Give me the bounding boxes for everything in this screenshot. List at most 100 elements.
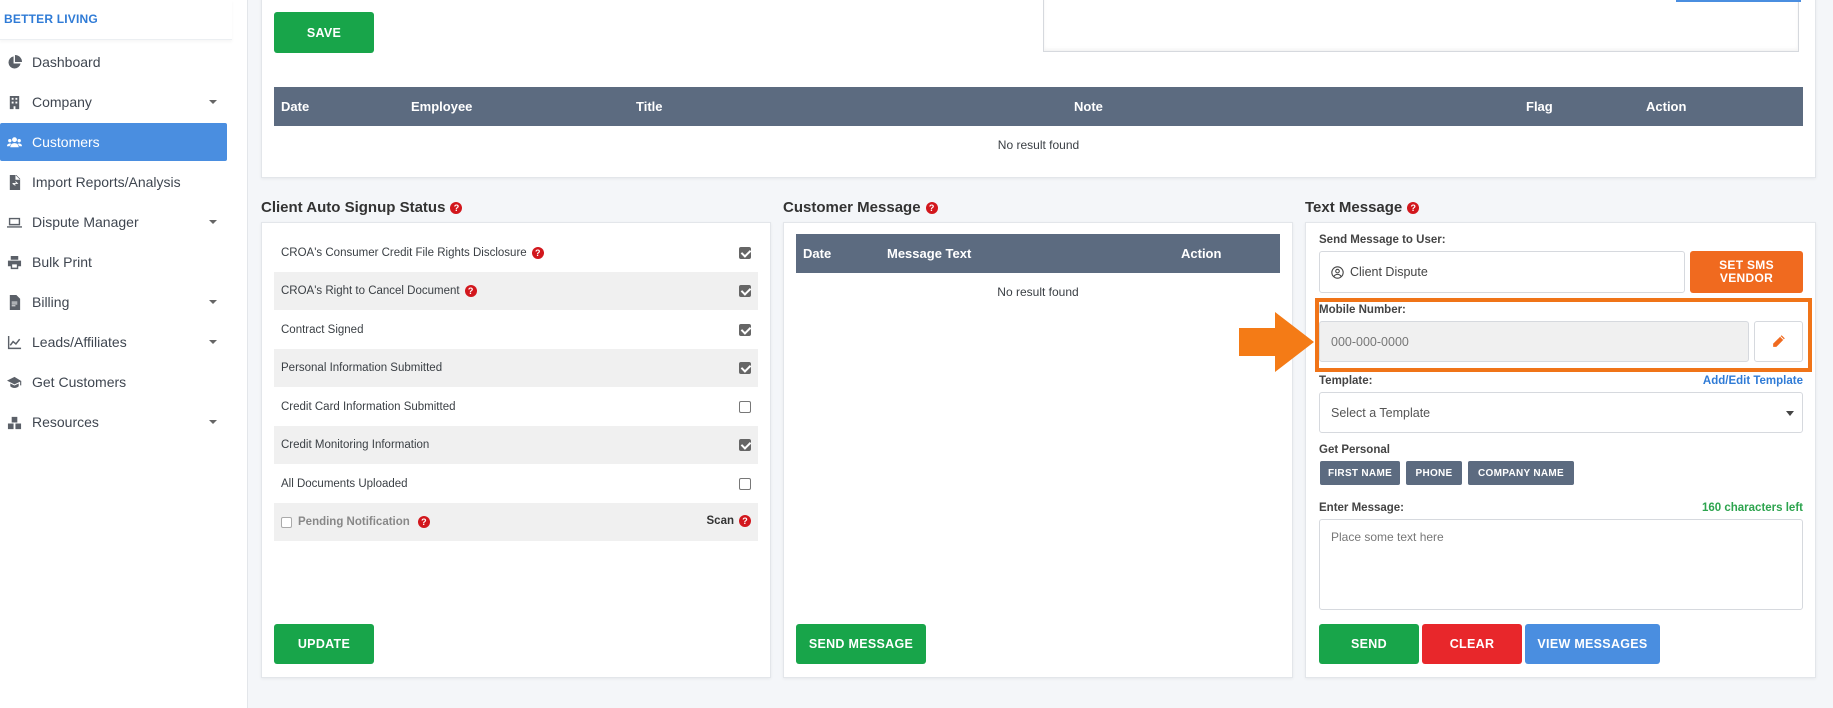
send-to-user-field[interactable]: Client Dispute	[1319, 251, 1685, 293]
signup-row-label: Contract Signed	[281, 324, 364, 336]
pending-notification-checkbox[interactable]	[281, 516, 292, 528]
help-icon[interactable]: ?	[925, 201, 938, 214]
user-circle-icon	[1331, 265, 1344, 279]
column-message-text: Message Text	[887, 246, 972, 261]
mobile-number-input[interactable]: 000-000-0000	[1319, 321, 1749, 362]
signup-row: Credit Card Information Submitted	[274, 388, 758, 426]
help-icon[interactable]: ?	[1407, 201, 1420, 214]
sidebar-item-company[interactable]: Company	[0, 83, 227, 121]
column-flag: Flag	[1526, 99, 1553, 114]
signup-row: CROA's Consumer Credit File Rights Discl…	[274, 234, 758, 272]
sidebar-item-billing[interactable]: Billing	[0, 283, 227, 321]
notes-table-header: Date Employee Title Note Flag Action	[274, 87, 1803, 126]
column-title: Title	[636, 99, 663, 114]
brand-logo[interactable]: BETTER LIVING	[0, 0, 232, 40]
signup-checkbox[interactable]	[739, 362, 751, 374]
customer-message-empty: No result found	[997, 285, 1079, 299]
sidebar-item-get-customers[interactable]: Get Customers	[0, 363, 227, 401]
sidebar-item-label: Resources	[32, 414, 99, 430]
company-name-chip[interactable]: COMPANY NAME	[1468, 461, 1574, 485]
sidebar-item-customers[interactable]: Customers	[0, 123, 227, 161]
send-to-label: Send Message to User:	[1319, 234, 1446, 246]
column-action: Action	[1646, 99, 1687, 114]
signup-checkbox[interactable]	[739, 285, 751, 297]
set-sms-vendor-label: SET SMS VENDOR	[1719, 258, 1774, 285]
update-button[interactable]: UPDATE	[274, 624, 374, 664]
signup-section-title: Client Auto Signup Status ?	[261, 199, 463, 216]
send-to-value: Client Dispute	[1350, 265, 1428, 279]
customer-message-title-text: Customer Message	[783, 199, 921, 216]
sidebar-item-import-reports[interactable]: Import Reports/Analysis	[0, 163, 227, 201]
invoice-icon	[6, 294, 22, 310]
phone-chip[interactable]: PHONE	[1406, 461, 1462, 485]
top-right-tab[interactable]	[1676, 0, 1801, 2]
add-edit-template-link[interactable]: Add/Edit Template	[1695, 375, 1803, 387]
signup-row-label: Credit Monitoring Information	[281, 439, 430, 451]
column-date: Date	[803, 246, 832, 261]
sidebar-item-label: Billing	[32, 294, 70, 310]
chevron-down-icon	[209, 420, 217, 424]
signup-checkbox[interactable]	[739, 247, 751, 259]
template-select[interactable]: Select a Template	[1319, 392, 1803, 433]
printer-icon	[6, 254, 22, 270]
signup-checkbox[interactable]	[739, 324, 751, 336]
column-employee: Employee	[411, 99, 473, 114]
send-button[interactable]: SEND	[1319, 624, 1419, 664]
graduation-cap-icon	[6, 374, 22, 390]
sidebar-nav: Dashboard Company Customers Import Repor…	[0, 43, 247, 441]
chevron-down-icon	[209, 340, 217, 344]
chevron-down-icon	[209, 300, 217, 304]
signup-checkbox[interactable]	[739, 478, 751, 490]
scan-label: Scan	[706, 515, 735, 527]
scan-link[interactable]: Scan ?	[706, 515, 751, 527]
signup-row: CROA's Right to Cancel Document ?	[274, 272, 758, 310]
template-select-value: Select a Template	[1331, 405, 1431, 420]
signup-row: Contract Signed	[274, 311, 758, 349]
pie-chart-icon	[6, 54, 22, 70]
signup-row-label: CROA's Right to Cancel Document	[281, 285, 460, 297]
sidebar-item-label: Get Customers	[32, 374, 127, 390]
laptop-icon	[6, 214, 22, 230]
characters-left: 160 characters left	[1701, 502, 1803, 514]
set-sms-vendor-button[interactable]: SET SMS VENDOR	[1690, 251, 1803, 293]
sidebar-item-dashboard[interactable]: Dashboard	[0, 43, 227, 81]
highlight-arrow-icon	[1239, 312, 1314, 372]
save-button[interactable]: SAVE	[274, 12, 374, 53]
signup-row-label: Personal Information Submitted	[281, 362, 443, 374]
sidebar: BETTER LIVING Dashboard Company Customer…	[0, 0, 248, 708]
signup-row: Personal Information Submitted	[274, 349, 758, 387]
sidebar-item-label: Dashboard	[32, 54, 101, 70]
view-messages-button[interactable]: VIEW MESSAGES	[1525, 624, 1660, 664]
message-placeholder: Place some text here	[1331, 530, 1444, 544]
chart-line-icon	[6, 334, 22, 350]
sidebar-item-leads-affiliates[interactable]: Leads/Affiliates	[0, 323, 227, 361]
file-import-icon	[6, 174, 22, 190]
signup-checkbox[interactable]	[739, 439, 751, 451]
get-personal-label: Get Personal	[1319, 444, 1390, 456]
first-name-chip[interactable]: FIRST NAME	[1320, 461, 1400, 485]
signup-row-label: All Documents Uploaded	[281, 478, 408, 490]
sidebar-item-resources[interactable]: Resources	[0, 403, 227, 441]
pending-notification-label: Pending Notification	[298, 516, 410, 528]
sidebar-item-label: Import Reports/Analysis	[32, 174, 181, 190]
column-action: Action	[1181, 246, 1222, 261]
send-message-button[interactable]: SEND MESSAGE	[796, 624, 926, 664]
signup-row: All Documents Uploaded	[274, 465, 758, 503]
chevron-down-icon	[209, 100, 217, 104]
help-icon[interactable]: ?	[739, 515, 751, 527]
help-icon[interactable]: ?	[417, 516, 430, 528]
sidebar-item-dispute-manager[interactable]: Dispute Manager	[0, 203, 227, 241]
message-textarea[interactable]: Place some text here	[1319, 519, 1803, 610]
help-icon[interactable]: ?	[464, 285, 477, 297]
signup-checkbox[interactable]	[739, 401, 751, 413]
edit-mobile-button[interactable]	[1754, 321, 1803, 362]
help-icon[interactable]: ?	[531, 247, 544, 259]
sidebar-item-bulk-print[interactable]: Bulk Print	[0, 243, 227, 281]
sidebar-item-label: Dispute Manager	[32, 214, 139, 230]
notes-textarea[interactable]	[1043, 0, 1799, 52]
column-date: Date	[281, 99, 310, 114]
customer-message-table-header: Date Message Text Action	[796, 234, 1280, 273]
help-icon[interactable]: ?	[450, 201, 463, 214]
clear-button[interactable]: CLEAR	[1422, 624, 1522, 664]
signup-row: Credit Monitoring Information	[274, 426, 758, 464]
